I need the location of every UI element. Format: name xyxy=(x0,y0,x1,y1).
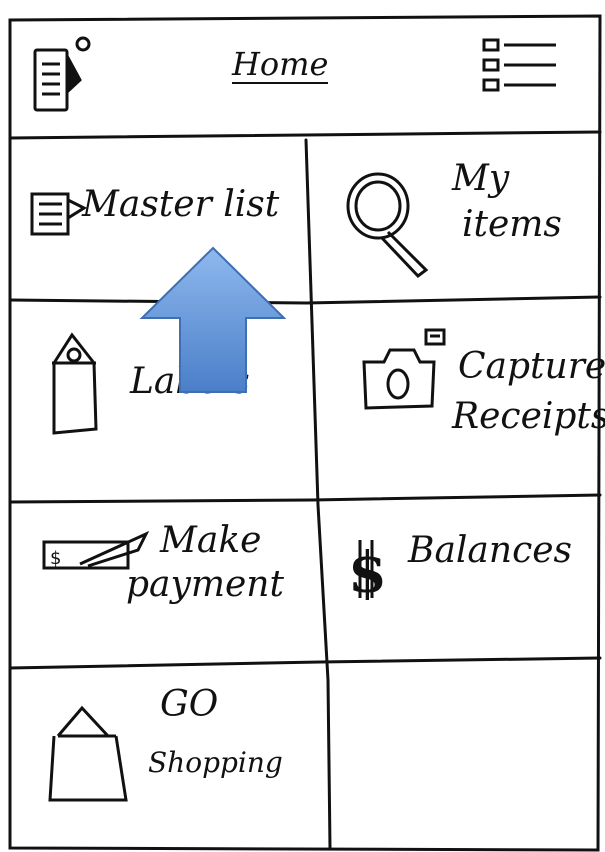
tile-labels[interactable]: Labels xyxy=(10,303,306,501)
tile-labels-label: Labels xyxy=(130,361,250,402)
tile-capture-receipts-label-1: Capture xyxy=(458,346,605,387)
tile-master-list-label: Master list xyxy=(82,184,280,225)
tile-go-shopping-label-1: GO xyxy=(160,684,219,725)
tile-balances-label: Balances xyxy=(408,530,573,571)
dollar-icon: $ xyxy=(348,540,387,604)
svg-text:$: $ xyxy=(348,540,387,604)
document-icon xyxy=(30,192,88,236)
tile-go-shopping[interactable]: GO Shopping xyxy=(10,666,324,848)
tile-make-payment-label-1: Make xyxy=(160,520,262,561)
svg-text:$: $ xyxy=(50,548,61,569)
tile-balances[interactable]: $ Balances xyxy=(316,498,600,664)
tile-capture-receipts[interactable]: Capture Receipts xyxy=(312,300,605,498)
tile-my-items-label-2: items xyxy=(462,204,562,245)
tile-my-items[interactable]: My items xyxy=(306,140,600,300)
tile-master-list[interactable]: Master list xyxy=(10,140,306,300)
tile-capture-receipts-label-2: Receipts xyxy=(452,396,605,437)
magnifier-icon xyxy=(346,172,429,279)
document-icon[interactable] xyxy=(10,34,95,118)
header-bar: Home xyxy=(0,0,605,138)
page-title: Home xyxy=(232,45,329,84)
tile-make-payment-label-2: payment xyxy=(126,564,284,605)
tile-go-shopping-label-2: Shopping xyxy=(148,746,283,779)
app-screen: Home Master list My items Labels Capture… xyxy=(0,0,605,852)
tile-make-payment[interactable]: $ Make payment xyxy=(10,502,310,668)
list-menu-icon[interactable] xyxy=(476,34,566,104)
bag-icon xyxy=(48,705,128,802)
tag-icon xyxy=(52,332,98,435)
tile-my-items-label-1: My xyxy=(452,158,510,199)
